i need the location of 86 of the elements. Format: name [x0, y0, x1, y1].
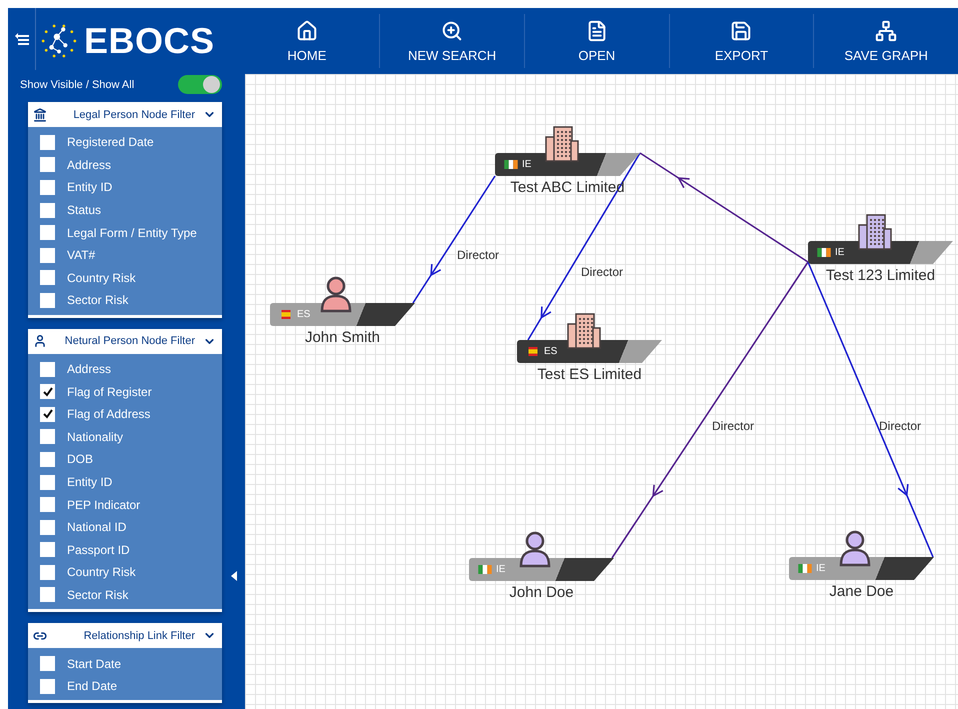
nav-button[interactable]: OPEN	[524, 14, 669, 68]
filter-option: Legal Form / Entity Type	[67, 226, 197, 240]
checkbox[interactable]	[40, 587, 55, 602]
country-code: ES	[297, 309, 310, 320]
nav-button[interactable]: SAVE GRAPH	[813, 14, 958, 68]
checkbox[interactable]	[40, 520, 55, 535]
checkbox[interactable]	[40, 474, 55, 490]
filter-option: DOB	[67, 452, 94, 466]
filter-option: VAT#	[67, 248, 96, 262]
filter-header[interactable]: Relationship Link Filter	[28, 623, 222, 648]
country-code: IE	[835, 247, 844, 258]
node-bar[interactable]: IE	[495, 153, 640, 176]
filter-option: Nationality	[67, 430, 124, 444]
edge-label: Director	[457, 248, 500, 262]
filter-option: National ID	[67, 520, 126, 534]
checkbox[interactable]	[40, 678, 55, 694]
person-icon	[33, 334, 47, 348]
edge-label: Director	[581, 265, 624, 279]
filter-option: Sector Risk	[67, 588, 128, 602]
filter-option: Address	[67, 362, 112, 376]
node-name: Jane Doe	[829, 583, 894, 600]
filter-option: Entity ID	[67, 180, 112, 194]
filter-option: Start Date	[67, 656, 122, 671]
filter-title: Legal Person Node Filter	[72, 108, 196, 120]
nav-button[interactable]: NEW SEARCH	[379, 14, 524, 68]
zoom-in-icon	[441, 20, 464, 42]
filter-option: PEP Indicator	[67, 498, 140, 512]
checkbox[interactable]	[40, 564, 55, 580]
node-bar[interactable]: IE	[808, 241, 953, 264]
edge-label: Director	[879, 419, 922, 433]
collapse-icon[interactable]	[230, 571, 236, 581]
node-name: John Doe	[509, 584, 574, 601]
filter-option: Country Risk	[67, 565, 136, 580]
filter-option: Flag of Address	[67, 407, 150, 422]
filter-option: Flag of Register	[67, 384, 152, 399]
checkbox[interactable]	[40, 542, 55, 558]
save-icon	[730, 20, 752, 42]
checkbox[interactable]	[40, 429, 55, 444]
toggle-switch[interactable]	[178, 75, 222, 94]
checkbox[interactable]	[40, 202, 55, 218]
checkbox[interactable]	[40, 362, 55, 377]
checkbox[interactable]	[40, 656, 55, 672]
nav-button[interactable]: HOME	[234, 14, 380, 68]
checkbox[interactable]	[40, 225, 55, 240]
node-name: John Smith	[304, 329, 380, 346]
country-code: IE	[496, 564, 506, 575]
checkbox[interactable]	[40, 134, 55, 150]
filter-option: Country Risk	[67, 270, 136, 285]
filter-title: Relationship Link Filter	[82, 630, 196, 642]
filter-option: End Date	[67, 679, 118, 694]
logo-icon	[40, 22, 78, 60]
check-icon	[42, 409, 52, 420]
network-icon	[875, 20, 898, 42]
home-icon	[296, 20, 318, 42]
filter-option: Address	[67, 158, 112, 172]
checkbox[interactable]	[40, 497, 55, 512]
checkbox[interactable]	[40, 270, 55, 286]
bank-icon	[33, 108, 47, 122]
logo-text: EBOCS	[84, 20, 215, 62]
toggle-label: Show Visible / Show All	[20, 78, 134, 90]
node-bar[interactable]: ES	[517, 340, 662, 363]
document-icon	[586, 20, 608, 42]
country-code: IE	[522, 159, 532, 170]
filter-header[interactable]: Netural Person Node Filter	[28, 328, 222, 354]
checkbox[interactable]	[40, 292, 55, 308]
node-name: Test 123 Limited	[826, 267, 936, 284]
filter-option: Registered Date	[67, 135, 154, 150]
nav-button[interactable]: EXPORT	[668, 14, 814, 68]
filter-header[interactable]: Legal Person Node Filter	[28, 102, 222, 127]
node-name: Test ES Limited	[537, 366, 642, 383]
country-code: ES	[544, 346, 558, 357]
checkbox[interactable]	[40, 384, 55, 400]
edge-label: Director	[712, 419, 754, 433]
checkbox[interactable]	[40, 452, 55, 467]
checkbox[interactable]	[40, 157, 55, 172]
filter-option: Passport ID	[67, 542, 130, 557]
menu-icon	[14, 33, 28, 45]
checkbox[interactable]	[40, 248, 55, 263]
filter-option: Sector Risk	[67, 293, 128, 308]
check-icon	[42, 386, 52, 397]
checkbox[interactable]	[40, 406, 55, 422]
checkbox[interactable]	[40, 180, 55, 195]
country-code: IE	[816, 563, 826, 574]
filter-option: Entity ID	[67, 475, 112, 490]
filter-option: Status	[67, 203, 102, 218]
filter-title: Netural Person Node Filter	[64, 335, 196, 348]
